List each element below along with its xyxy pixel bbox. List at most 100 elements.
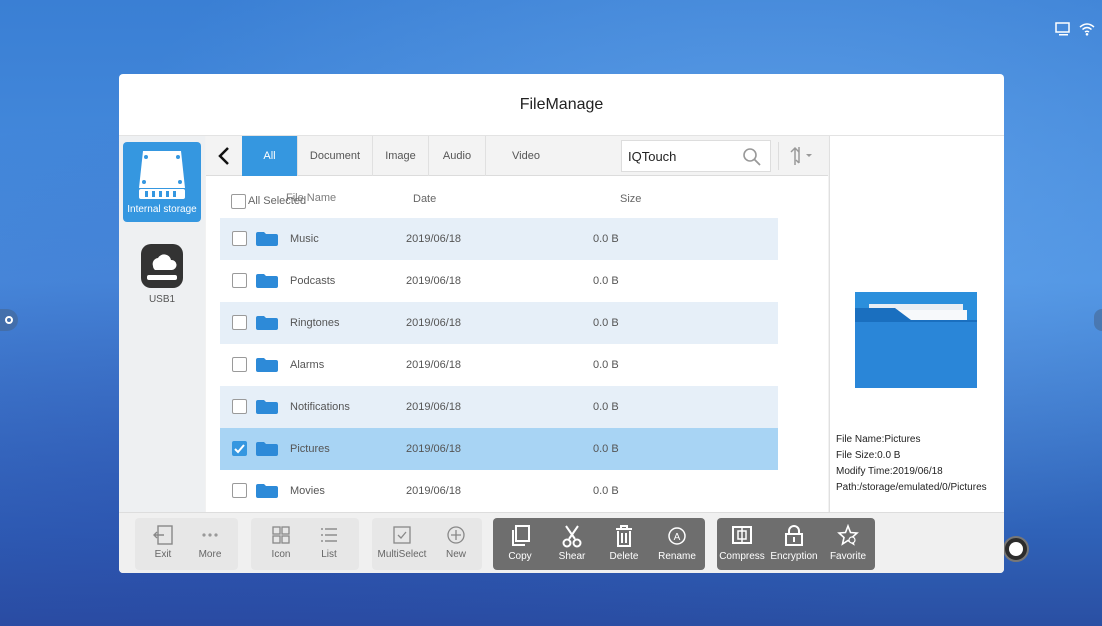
- lock-icon: [785, 525, 803, 546]
- file-size: 0.0 B: [593, 233, 619, 245]
- storage-internal-label: Internal storage: [127, 204, 197, 215]
- file-size: 0.0 B: [593, 317, 619, 329]
- floating-ball-center: [1009, 542, 1023, 556]
- floating-assistive-ball[interactable]: [1003, 536, 1029, 562]
- column-header-size[interactable]: Size: [620, 193, 641, 205]
- column-header-date[interactable]: Date: [413, 193, 436, 205]
- table-row[interactable]: Notifications 2019/06/18 0.0 B: [220, 386, 778, 428]
- file-name: Movies: [290, 485, 325, 497]
- settings-gear-icon: [5, 316, 13, 324]
- rename-icon: A: [668, 527, 686, 545]
- more-dots-icon: [202, 533, 218, 537]
- exit-button[interactable]: Exit: [143, 518, 183, 570]
- storage-usb1-label: USB1: [148, 294, 176, 305]
- tab-all[interactable]: All: [242, 136, 298, 176]
- more-button[interactable]: More: [190, 518, 230, 570]
- file-size: 0.0 B: [593, 359, 619, 371]
- scissors-icon: [562, 525, 582, 548]
- delete-button[interactable]: Delete: [601, 518, 647, 570]
- toolbar-group-view: Icon List: [251, 518, 359, 570]
- left-edge-toggle[interactable]: [0, 309, 18, 331]
- search-icon[interactable]: [742, 147, 762, 167]
- info-modify-time: Modify Time:2019/06/18: [836, 466, 943, 477]
- row-checkbox[interactable]: [232, 357, 247, 372]
- back-button[interactable]: [212, 144, 236, 168]
- file-name: Podcasts: [290, 275, 336, 287]
- bottom-toolbar: Exit More Icon List MultiSelect New Copy…: [119, 512, 1004, 573]
- delete-label: Delete: [609, 551, 639, 562]
- shear-button[interactable]: Shear: [549, 518, 595, 570]
- file-date: 2019/06/18: [406, 233, 462, 245]
- file-list-pane: All Document Image Audio Video IQTouch A…: [206, 136, 828, 512]
- file-info: File Name:Pictures File Size:0.0 B Modif…: [836, 432, 987, 496]
- wifi-icon[interactable]: [1078, 20, 1096, 38]
- table-row[interactable]: Movies 2019/06/18 0.0 B: [220, 470, 778, 512]
- row-checkbox[interactable]: [232, 273, 247, 288]
- select-all-checkbox[interactable]: [231, 194, 246, 209]
- search-input[interactable]: [628, 148, 738, 164]
- row-checkbox[interactable]: [232, 231, 247, 246]
- list-view-button[interactable]: List: [309, 518, 349, 570]
- screen-cast-icon[interactable]: [1054, 20, 1072, 38]
- row-checkbox[interactable]: [232, 399, 247, 414]
- multiselect-checkbox-icon: [393, 526, 411, 544]
- usb-drive-icon: [141, 244, 183, 288]
- column-header-name[interactable]: File Name: [286, 192, 336, 204]
- file-size: 0.0 B: [593, 485, 619, 497]
- file-date: 2019/06/18: [406, 401, 462, 413]
- new-button[interactable]: New: [436, 518, 476, 570]
- toolbar-group-edit: Copy Shear Delete A Rename: [493, 518, 705, 570]
- icon-view-button[interactable]: Icon: [261, 518, 301, 570]
- folder-icon: [256, 316, 278, 330]
- sort-button[interactable]: [778, 142, 822, 170]
- sort-arrows-icon: [789, 146, 812, 165]
- table-row[interactable]: Music 2019/06/18 0.0 B: [220, 218, 778, 260]
- tab-video[interactable]: Video: [486, 136, 566, 176]
- tab-document[interactable]: Document: [298, 136, 373, 176]
- compress-label: Compress: [719, 551, 765, 562]
- row-checkbox[interactable]: [232, 315, 247, 330]
- table-row-selected[interactable]: Pictures 2019/06/18 0.0 B: [220, 428, 778, 470]
- list-right-margin: [778, 218, 828, 512]
- rename-button[interactable]: A Rename: [653, 518, 701, 570]
- toolbar-group-select: MultiSelect New: [372, 518, 482, 570]
- icon-view-label: Icon: [271, 549, 291, 560]
- grid-view-icon: [272, 526, 290, 544]
- row-checkbox-checked[interactable]: [232, 441, 247, 456]
- checkmark-icon: [234, 444, 245, 454]
- exit-label: Exit: [154, 549, 172, 560]
- compress-button[interactable]: Compress: [717, 518, 767, 570]
- table-row[interactable]: Alarms 2019/06/18 0.0 B: [220, 344, 778, 386]
- window-title: FileManage: [119, 74, 1004, 136]
- copy-button[interactable]: Copy: [497, 518, 543, 570]
- folder-preview-icon: [855, 292, 977, 388]
- storage-internal[interactable]: Internal storage: [123, 142, 201, 222]
- search-box[interactable]: [621, 140, 771, 172]
- right-edge-toggle[interactable]: [1094, 309, 1102, 331]
- table-row[interactable]: Ringtones 2019/06/18 0.0 B: [220, 302, 778, 344]
- row-checkbox[interactable]: [232, 483, 247, 498]
- file-size: 0.0 B: [593, 275, 619, 287]
- content-area: Internal storage USB1 All Document Image: [119, 136, 1004, 512]
- folder-icon: [256, 400, 278, 414]
- tab-audio[interactable]: Audio: [429, 136, 486, 176]
- folder-icon: [256, 442, 278, 456]
- info-file-size: File Size:0.0 B: [836, 450, 901, 461]
- chevron-left-icon: [218, 147, 229, 165]
- toolbar-group-nav: Exit More: [135, 518, 238, 570]
- encryption-button[interactable]: Encryption: [767, 518, 821, 570]
- column-header-row: All Selected File Name Date Size: [206, 176, 828, 218]
- trash-icon: [616, 525, 632, 547]
- table-row[interactable]: Podcasts 2019/06/18 0.0 B: [220, 260, 778, 302]
- file-date: 2019/06/18: [406, 317, 462, 329]
- file-date: 2019/06/18: [406, 275, 462, 287]
- multiselect-button[interactable]: MultiSelect: [374, 518, 430, 570]
- file-name: Pictures: [290, 443, 330, 455]
- storage-usb1[interactable]: USB1: [123, 234, 201, 314]
- favorite-button[interactable]: Favorite: [823, 518, 873, 570]
- svg-text:A: A: [674, 532, 681, 543]
- tab-image[interactable]: Image: [373, 136, 429, 176]
- file-name: Music: [290, 233, 319, 245]
- file-name: Alarms: [290, 359, 325, 371]
- system-status-icons: [1054, 20, 1096, 38]
